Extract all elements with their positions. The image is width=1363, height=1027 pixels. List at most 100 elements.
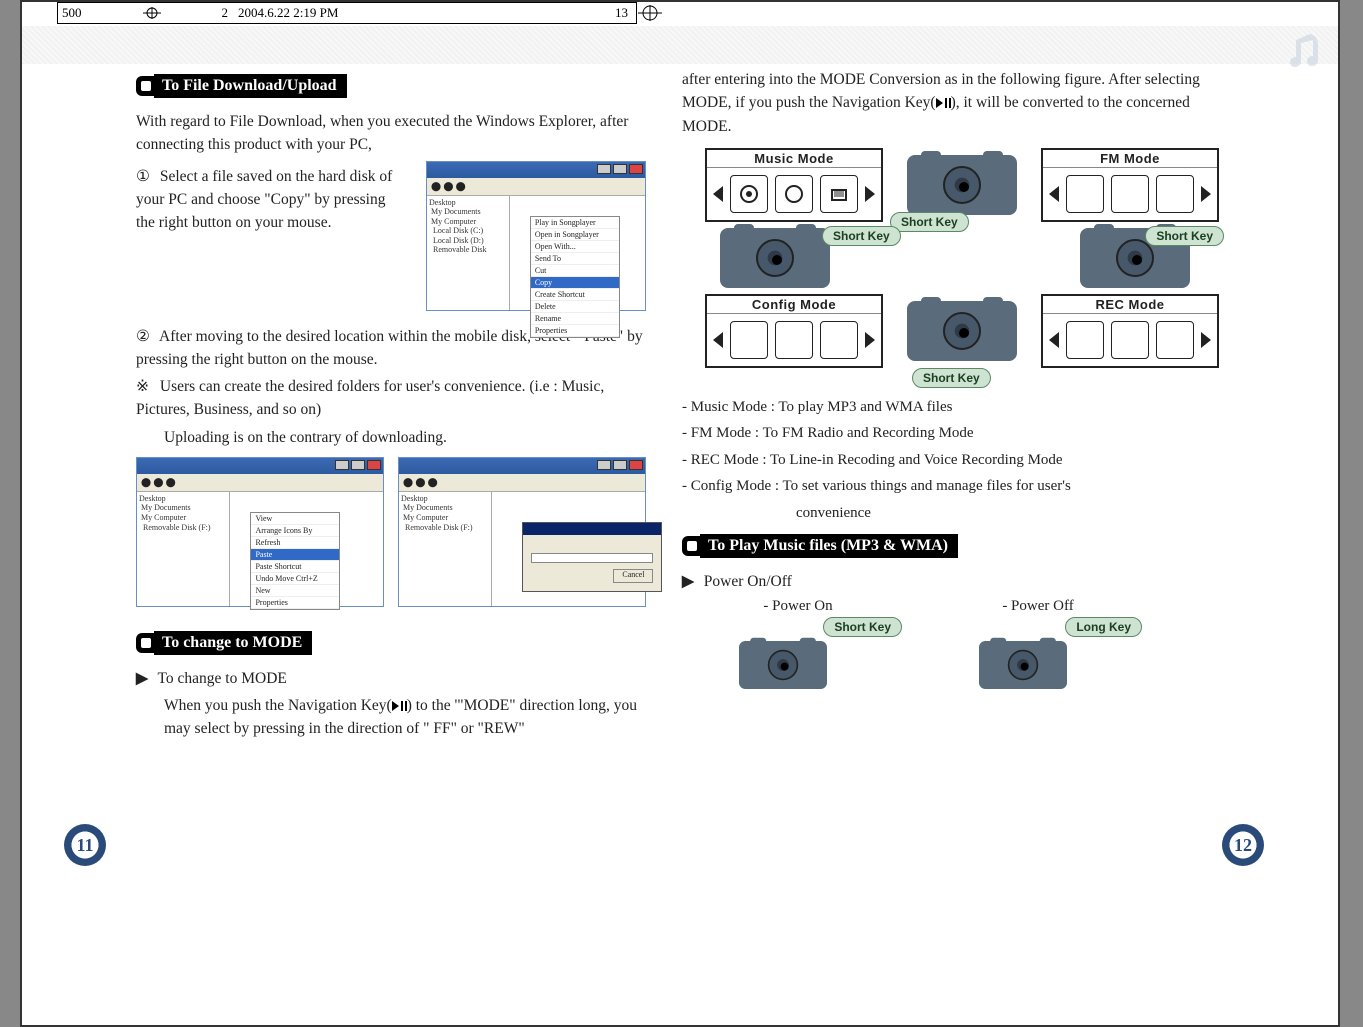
radio-icon bbox=[1111, 175, 1149, 213]
window-toolbar: ⬤ ⬤ ⬤ bbox=[427, 178, 645, 196]
step-1-text: Select a file saved on the hard disk of … bbox=[136, 168, 392, 232]
context-menu-paste[interactable]: View Arrange Icons By Refresh Paste Past… bbox=[250, 512, 340, 610]
shortkey-label: Short Key bbox=[890, 212, 969, 232]
gear-icon bbox=[820, 321, 858, 359]
margin-decoration bbox=[22, 26, 1338, 64]
explorer-screenshot-copy: ⬤ ⬤ ⬤ Desktop My Documents My Computer L… bbox=[426, 161, 646, 311]
section-title: To File Download/Upload bbox=[154, 74, 347, 98]
note-star: ※ bbox=[136, 375, 156, 398]
header-doc: 500 bbox=[62, 5, 82, 21]
heading-bullet-icon bbox=[136, 76, 156, 96]
gear-icon bbox=[730, 175, 768, 213]
sub-heading: ▶ To change to MODE bbox=[136, 667, 646, 690]
ctx-item[interactable]: Open With... bbox=[531, 241, 619, 253]
header-page: 13 bbox=[615, 5, 628, 21]
prev-icon bbox=[713, 332, 723, 348]
ctx-item[interactable]: Refresh bbox=[251, 537, 339, 549]
progress-bar bbox=[531, 553, 653, 563]
prev-icon bbox=[1049, 186, 1059, 202]
bullet-config-cont: convenience bbox=[796, 502, 1212, 525]
min-button[interactable] bbox=[597, 164, 611, 174]
ctx-item-highlight[interactable]: Copy bbox=[531, 277, 619, 289]
dial-icon bbox=[943, 166, 981, 204]
power-diagram: - Power On Short Key - Power Off Long Ke… bbox=[698, 598, 1212, 705]
shortkey-label: Short Key bbox=[823, 617, 902, 637]
section-heading-play: To Play Music files (MP3 & WMA) bbox=[682, 534, 1212, 558]
prev-icon bbox=[1049, 332, 1059, 348]
ctx-item[interactable]: Paste Shortcut bbox=[251, 561, 339, 573]
heading-bullet-icon bbox=[682, 536, 702, 556]
triangle-bullet-icon: ▶ bbox=[136, 670, 148, 687]
ctx-item[interactable]: Arrange Icons By bbox=[251, 525, 339, 537]
power-heading: Power On/Off bbox=[704, 573, 792, 590]
ctx-item-highlight[interactable]: Paste bbox=[251, 549, 339, 561]
radio-icon bbox=[820, 175, 858, 213]
next-icon bbox=[865, 332, 875, 348]
section-title: To Play Music files (MP3 & WMA) bbox=[700, 534, 958, 558]
ctx-item[interactable]: New bbox=[251, 585, 339, 597]
explorer-screenshot-copying: ⬤ ⬤ ⬤ Desktop My Documents My Computer R… bbox=[398, 457, 646, 607]
note-text: Users can create the desired folders for… bbox=[136, 378, 604, 418]
device-illustration bbox=[907, 301, 1017, 361]
ctx-item[interactable]: Properties bbox=[251, 597, 339, 609]
numeral-2: ② bbox=[136, 325, 156, 348]
tape-icon bbox=[1156, 175, 1194, 213]
mode-diagram: Music Mode FM Mode bbox=[682, 148, 1242, 368]
close-button[interactable] bbox=[629, 164, 643, 174]
next-icon bbox=[865, 186, 875, 202]
left-page: To File Download/Upload With regard to F… bbox=[56, 64, 646, 964]
ctx-item[interactable]: Rename bbox=[531, 313, 619, 325]
ctx-item[interactable]: View bbox=[251, 513, 339, 525]
bullet-fm: - FM Mode : To FM Radio and Recording Mo… bbox=[682, 422, 1212, 445]
window-titlebar bbox=[427, 162, 645, 178]
mode-title: Music Mode bbox=[707, 150, 881, 168]
section-heading-mode: To change to MODE bbox=[136, 631, 646, 655]
mode-descriptions: - Music Mode : To play MP3 and WMA files… bbox=[682, 396, 1212, 525]
registration-target-icon bbox=[637, 4, 663, 22]
play-pause-icon bbox=[392, 701, 407, 711]
ctx-item[interactable]: Delete bbox=[531, 301, 619, 313]
mode-card-config: Config Mode bbox=[705, 294, 883, 368]
header-sheet: 2 bbox=[222, 5, 229, 21]
max-button[interactable] bbox=[613, 164, 627, 174]
heading-bullet-icon bbox=[136, 633, 156, 653]
ctx-item[interactable]: Open in Songplayer bbox=[531, 229, 619, 241]
gear-icon bbox=[1156, 321, 1194, 359]
gear-icon bbox=[775, 175, 813, 213]
mode-instruction: When you push the Navigation Key() to th… bbox=[164, 694, 646, 741]
prev-icon bbox=[713, 186, 723, 202]
power-off-label: - Power Off bbox=[938, 598, 1138, 615]
radio-icon bbox=[1066, 321, 1104, 359]
ctx-item[interactable]: Cut bbox=[531, 265, 619, 277]
ctx-item[interactable]: Play in Songplayer bbox=[531, 217, 619, 229]
mode-title: FM Mode bbox=[1043, 150, 1217, 168]
copy-dialog: Cancel bbox=[522, 522, 662, 592]
upload-note: Uploading is on the contrary of download… bbox=[164, 426, 646, 449]
mode-card-rec: REC Mode bbox=[1041, 294, 1219, 368]
mode-card-music: Music Mode bbox=[705, 148, 883, 222]
ctx-item[interactable]: Properties bbox=[531, 325, 619, 337]
ctx-item[interactable]: Send To bbox=[531, 253, 619, 265]
note-line: ※ Users can create the desired folders f… bbox=[136, 375, 646, 422]
bullet-music: - Music Mode : To play MP3 and WMA files bbox=[682, 396, 1212, 419]
folder-tree: Desktop My Documents My Computer Local D… bbox=[427, 196, 510, 310]
mode-card-fm: FM Mode bbox=[1041, 148, 1219, 222]
tape-icon bbox=[730, 321, 768, 359]
ctx-item[interactable]: Undo Move Ctrl+Z bbox=[251, 573, 339, 585]
cancel-button[interactable]: Cancel bbox=[613, 569, 653, 583]
device-illustration bbox=[907, 155, 1017, 215]
ctx-item[interactable]: Create Shortcut bbox=[531, 289, 619, 301]
continuation-text: after entering into the MODE Conversion … bbox=[682, 68, 1212, 138]
shortkey-label: Short Key bbox=[822, 226, 901, 246]
device-illustration bbox=[739, 641, 827, 689]
explorer-screenshot-paste: ⬤ ⬤ ⬤ Desktop My Documents My Computer R… bbox=[136, 457, 384, 607]
page-spread: 500 2 2004.6.22 2:19 PM 13 To File Downl… bbox=[20, 0, 1340, 1027]
context-menu[interactable]: Play in Songplayer Open in Songplayer Op… bbox=[530, 216, 620, 338]
gear-icon bbox=[1066, 175, 1104, 213]
device-illustration bbox=[720, 228, 830, 288]
power-on-label: - Power On bbox=[698, 598, 898, 615]
page-number-left: 11 bbox=[64, 824, 106, 866]
right-page: after entering into the MODE Conversion … bbox=[682, 64, 1272, 964]
bullet-rec: - REC Mode : To Line-in Recoding and Voi… bbox=[682, 449, 1212, 472]
step-1: ① Select a file saved on the hard disk o… bbox=[136, 165, 400, 235]
